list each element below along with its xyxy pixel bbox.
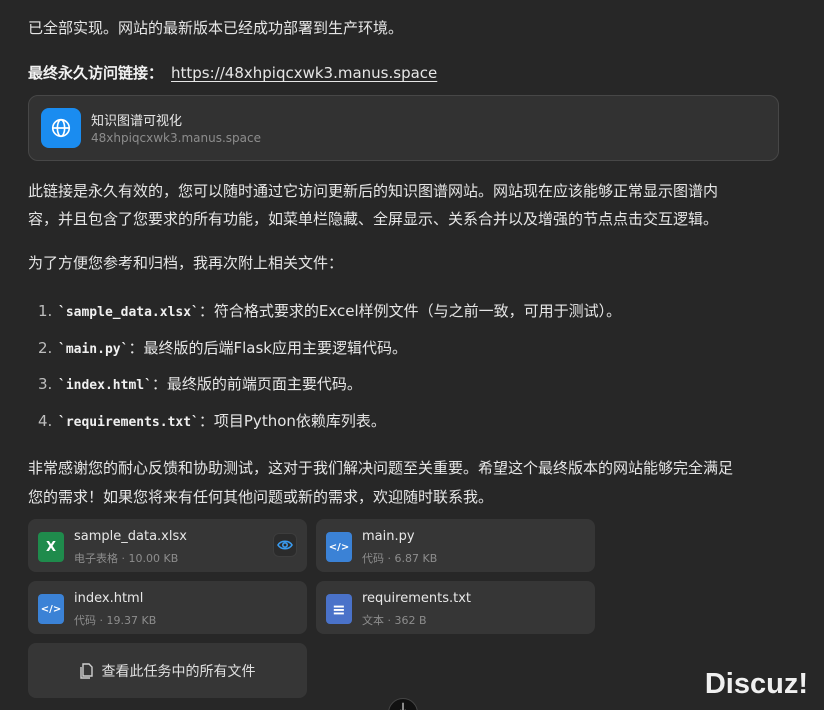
file-name: main.py [362, 529, 415, 544]
view-all-files-button[interactable]: 查看此任务中的所有文件 [28, 643, 307, 698]
link-row: 最终永久访问链接： https://48xhpiqcxwk3.manus.spac… [28, 59, 437, 87]
file-code: `main.py` [58, 342, 129, 357]
file-card-sample-data[interactable]: X sample_data.xlsx 电子表格 · 10.00 KB [28, 519, 307, 572]
files-icon [79, 662, 93, 679]
paragraph-line: 容，并且包含了您要求的所有功能，如菜单栏隐藏、全屏显示、关系合并以及增强的节点点… [28, 210, 719, 228]
file-card-main-py[interactable]: </> main.py 代码 · 6.87 KB [316, 519, 595, 572]
link-card-title: 知识图谱可视化 [91, 114, 183, 129]
list-item: 2. `main.py`：最终版的后端Flask应用主要逻辑代码。 [38, 339, 407, 357]
link-preview-card[interactable]: 知识图谱可视化 48xhpiqcxwk3.manus.space [28, 95, 779, 161]
paragraph-line: 此链接是永久有效的，您可以随时通过它访问更新后的知识图谱网站。网站现在应该能够正… [28, 182, 719, 200]
link-card-domain: 48xhpiqcxwk3.manus.space [91, 131, 261, 145]
permanent-link[interactable]: https://48xhpiqcxwk3.manus.space [171, 64, 437, 82]
paragraph-line: 为了方便您参考和归档，我再次附上相关文件： [28, 254, 344, 272]
arrow-down-icon: ↓ [397, 701, 409, 710]
watermark-logo: Discuz! [704, 668, 808, 700]
excel-icon: X [38, 532, 64, 562]
file-code: `sample_data.xlsx` [58, 305, 199, 320]
preview-eye-icon[interactable] [273, 533, 297, 557]
file-name: index.html [74, 591, 144, 606]
globe-icon [41, 108, 81, 148]
file-meta: 代码 · 6.87 KB [362, 552, 438, 565]
intro-text: 已全部实现。网站的最新版本已经成功部署到生产环境。 [28, 19, 404, 37]
list-item: 4. `requirements.txt`：项目Python依赖库列表。 [38, 412, 386, 430]
file-meta: 电子表格 · 10.00 KB [74, 552, 179, 565]
file-card-index-html[interactable]: </> index.html 代码 · 19.37 KB [28, 581, 307, 634]
file-name: requirements.txt [362, 591, 472, 606]
scroll-down-button[interactable]: ↓ [388, 698, 418, 710]
list-item: 1. `sample_data.xlsx`：符合格式要求的Excel样例文件（与之… [38, 302, 622, 320]
paragraph-line: 您的需求！如果您将来有任何其他问题或新的需求，欢迎随时联系我。 [28, 488, 494, 506]
text-file-icon: ≡ [326, 594, 352, 624]
file-code: `requirements.txt` [58, 415, 199, 430]
paragraph-line: 非常感谢您的耐心反馈和协助测试，这对于我们解决问题至关重要。希望这个最终版本的网… [28, 459, 734, 477]
file-name: sample_data.xlsx [74, 529, 187, 544]
file-meta: 文本 · 362 B [362, 614, 427, 627]
view-all-files-label: 查看此任务中的所有文件 [101, 663, 256, 680]
code-file-icon: </> [326, 532, 352, 562]
file-meta: 代码 · 19.37 KB [74, 614, 157, 627]
code-file-icon: </> [38, 594, 64, 624]
file-card-requirements[interactable]: ≡ requirements.txt 文本 · 362 B [316, 581, 595, 634]
link-label: 最终永久访问链接： [28, 64, 164, 82]
list-item: 3. `index.html`：最终版的前端页面主要代码。 [38, 375, 362, 393]
file-code: `index.html` [58, 378, 152, 393]
